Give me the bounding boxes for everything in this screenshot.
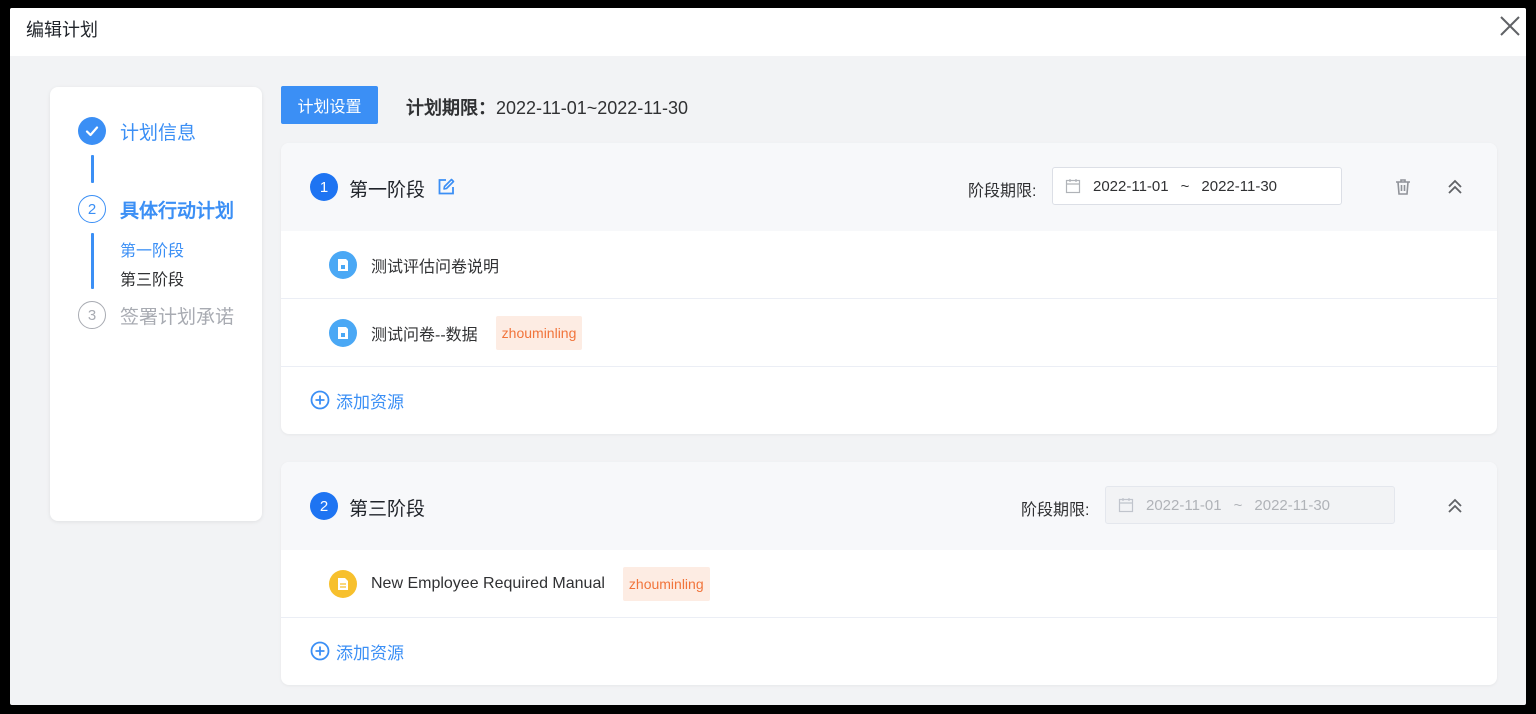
file-icon: [329, 569, 357, 598]
stage-header: 2 第三阶段 阶段期限: 2022-11-01 ~ 2022-11-30: [281, 462, 1497, 550]
plus-circle-icon: [310, 641, 330, 661]
resource-name[interactable]: 测试问卷--数据: [371, 321, 478, 345]
step-number: 3: [78, 301, 106, 329]
dialog-title: 编辑计划: [26, 20, 98, 40]
stage-header: 1 第一阶段 阶段期限: 2022-11-01 ~ 2022-11-30: [281, 143, 1497, 231]
resource-name[interactable]: New Employee Required Manual: [371, 575, 605, 593]
stage-number-badge: 1: [310, 173, 338, 201]
collapse-icon[interactable]: [1445, 496, 1465, 516]
add-resource-row: 添加资源: [281, 367, 1497, 433]
date-separator: ~: [1233, 496, 1243, 514]
calendar-icon: [1065, 179, 1081, 194]
step-plan-info[interactable]: 计划信息: [78, 117, 196, 145]
plan-settings-button[interactable]: 计划设置: [281, 86, 378, 124]
resource-row[interactable]: 测试问卷--数据 zhouminling: [281, 299, 1497, 367]
calendar-icon: [1118, 498, 1134, 513]
plan-deadline-label: 计划期限：: [406, 98, 496, 118]
end-date[interactable]: 2022-11-30: [1201, 178, 1277, 195]
add-resource-label: 添加资源: [336, 392, 404, 412]
step-connector: [91, 233, 94, 289]
document-icon: [329, 318, 357, 347]
stage-period-label: 阶段期限:: [1021, 502, 1090, 519]
sub-item-stage-3[interactable]: 第三阶段: [120, 266, 184, 290]
stage-period-label: 阶段期限:: [968, 183, 1037, 200]
date-range-picker: 2022-11-01 ~ 2022-11-30: [1105, 486, 1395, 524]
step-label: 计划信息: [120, 122, 197, 144]
steps-sidebar: 计划信息 2 具体行动计划 第一阶段 第三阶段 3 签署计划承诺: [50, 87, 262, 521]
stage-card: 2 第三阶段 阶段期限: 2022-11-01 ~ 2022-11-30 New…: [281, 462, 1497, 685]
add-resource-link[interactable]: 添加资源: [310, 388, 404, 413]
step-connector: [91, 155, 94, 183]
edit-icon[interactable]: [436, 177, 456, 197]
end-date: 2022-11-30: [1254, 496, 1331, 514]
owner-tag: zhouminling: [622, 566, 710, 601]
step-sign-commitment[interactable]: 3 签署计划承诺: [78, 301, 234, 329]
add-resource-label: 添加资源: [336, 643, 404, 663]
date-range-picker[interactable]: 2022-11-01 ~ 2022-11-30: [1052, 167, 1342, 205]
plus-circle-icon: [310, 390, 330, 410]
stage-title: 第三阶段: [349, 499, 426, 520]
owner-tag: zhouminling: [495, 315, 583, 350]
date-separator: ~: [1180, 177, 1190, 195]
stage-card: 1 第一阶段 阶段期限: 2022-11-01 ~ 2022-11-30 测试评…: [281, 143, 1497, 434]
step-label: 签署计划承诺: [120, 306, 235, 328]
plan-deadline-value: 2022-11-01~2022-11-30: [496, 98, 688, 118]
trash-icon[interactable]: [1393, 177, 1413, 197]
stage-number-badge: 2: [310, 492, 338, 520]
start-date: 2022-11-01: [1146, 496, 1222, 514]
resource-name[interactable]: 测试评估问卷说明: [371, 253, 499, 277]
step-label: 具体行动计划: [120, 200, 235, 222]
stage-title: 第一阶段: [349, 180, 426, 201]
edit-plan-dialog: 编辑计划 计划信息 2 具体行动计划 第一阶段 第三阶段 3 签署计划承诺 计划…: [10, 8, 1526, 705]
document-icon: [329, 250, 357, 279]
resource-row[interactable]: New Employee Required Manual zhouminling: [281, 550, 1497, 618]
add-resource-row: 添加资源: [281, 618, 1497, 684]
step-number: 2: [78, 195, 106, 223]
start-date[interactable]: 2022-11-01: [1093, 178, 1169, 195]
step-action-plan[interactable]: 2 具体行动计划: [78, 195, 234, 223]
close-button[interactable]: [1496, 12, 1524, 40]
collapse-icon[interactable]: [1445, 177, 1465, 197]
sub-item-stage-1[interactable]: 第一阶段: [120, 237, 184, 261]
plan-deadline: 计划期限：2022-11-01~2022-11-30: [406, 94, 688, 120]
check-icon: [78, 117, 106, 145]
dialog-header: 编辑计划: [10, 8, 1526, 56]
resource-row[interactable]: 测试评估问卷说明: [281, 231, 1497, 299]
add-resource-link[interactable]: 添加资源: [310, 639, 404, 664]
close-icon: [1500, 16, 1520, 36]
